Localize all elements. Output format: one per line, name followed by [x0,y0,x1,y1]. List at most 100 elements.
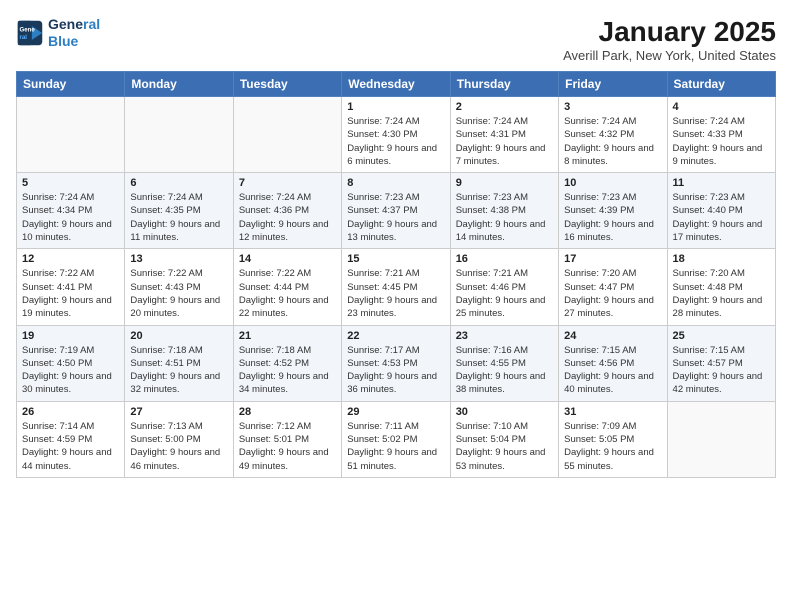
day-number: 5 [22,177,119,189]
weekday-header: Sunday [17,72,125,97]
calendar-day-cell: 14 Sunrise: 7:22 AM Sunset: 4:44 PM Dayli… [233,249,341,325]
day-number: 6 [130,177,227,189]
day-info: Sunrise: 7:24 AM Sunset: 4:33 PM Dayligh… [673,115,770,168]
calendar-week-row: 12 Sunrise: 7:22 AM Sunset: 4:41 PM Dayli… [17,249,776,325]
day-info: Sunrise: 7:24 AM Sunset: 4:31 PM Dayligh… [456,115,553,168]
calendar-day-cell: 7Sunrise: 7:24 AM Sunset: 4:36 PM Daylig… [233,173,341,249]
weekday-header: Monday [125,72,233,97]
day-number: 4 [673,101,770,113]
day-number: 13 [130,253,227,265]
day-info: Sunrise: 7:23 AM Sunset: 4:38 PM Dayligh… [456,191,553,244]
calendar-day-cell [125,97,233,173]
calendar-day-cell: 25 Sunrise: 7:15 AM Sunset: 4:57 PM Dayli… [667,325,775,401]
day-number: 23 [456,330,553,342]
day-info: Sunrise: 7:23 AM Sunset: 4:39 PM Dayligh… [564,191,661,244]
calendar-day-cell: 10 Sunrise: 7:23 AM Sunset: 4:39 PM Dayli… [559,173,667,249]
day-number: 7 [239,177,336,189]
calendar-header-row: SundayMondayTuesdayWednesdayThursdayFrid… [17,72,776,97]
day-info: Sunrise: 7:17 AM Sunset: 4:53 PM Dayligh… [347,344,444,397]
day-info: Sunrise: 7:24 AM Sunset: 4:32 PM Dayligh… [564,115,661,168]
svg-text:Gene: Gene [20,26,36,33]
day-info: Sunrise: 7:21 AM Sunset: 4:46 PM Dayligh… [456,267,553,320]
calendar-day-cell: 17Sunrise: 7:20 AM Sunset: 4:47 PM Dayli… [559,249,667,325]
day-info: Sunrise: 7:22 AM Sunset: 4:41 PM Dayligh… [22,267,119,320]
calendar-day-cell [17,97,125,173]
calendar-day-cell: 3Sunrise: 7:24 AM Sunset: 4:32 PM Daylig… [559,97,667,173]
day-number: 31 [564,406,661,418]
calendar-day-cell: 24 Sunrise: 7:15 AM Sunset: 4:56 PM Dayli… [559,325,667,401]
day-info: Sunrise: 7:19 AM Sunset: 4:50 PM Dayligh… [22,344,119,397]
calendar-day-cell: 6Sunrise: 7:24 AM Sunset: 4:35 PM Daylig… [125,173,233,249]
logo-text-line1: General [48,16,100,33]
day-number: 15 [347,253,444,265]
weekday-header: Friday [559,72,667,97]
day-info: Sunrise: 7:24 AM Sunset: 4:34 PM Dayligh… [22,191,119,244]
calendar-day-cell: 30Sunrise: 7:10 AM Sunset: 5:04 PM Dayli… [450,401,558,477]
day-info: Sunrise: 7:20 AM Sunset: 4:48 PM Dayligh… [673,267,770,320]
day-number: 24 [564,330,661,342]
weekday-header: Wednesday [342,72,450,97]
day-number: 10 [564,177,661,189]
day-info: Sunrise: 7:15 AM Sunset: 4:56 PM Dayligh… [564,344,661,397]
location: Averill Park, New York, United States [563,48,776,63]
calendar-day-cell [233,97,341,173]
title-block: January 2025 Averill Park, New York, Uni… [563,16,776,63]
weekday-header: Saturday [667,72,775,97]
day-info: Sunrise: 7:12 AM Sunset: 5:01 PM Dayligh… [239,420,336,473]
calendar-day-cell: 20Sunrise: 7:18 AM Sunset: 4:51 PM Dayli… [125,325,233,401]
calendar-day-cell: 22 Sunrise: 7:17 AM Sunset: 4:53 PM Dayli… [342,325,450,401]
calendar-day-cell: 5 Sunrise: 7:24 AM Sunset: 4:34 PM Daylig… [17,173,125,249]
calendar-day-cell: 23 Sunrise: 7:16 AM Sunset: 4:55 PM Dayli… [450,325,558,401]
day-number: 11 [673,177,770,189]
day-number: 18 [673,253,770,265]
calendar-day-cell [667,401,775,477]
day-number: 12 [22,253,119,265]
day-number: 28 [239,406,336,418]
day-info: Sunrise: 7:22 AM Sunset: 4:44 PM Dayligh… [239,267,336,320]
day-info: Sunrise: 7:22 AM Sunset: 4:43 PM Dayligh… [130,267,227,320]
calendar-day-cell: 27Sunrise: 7:13 AM Sunset: 5:00 PM Dayli… [125,401,233,477]
calendar-day-cell: 29 Sunrise: 7:11 AM Sunset: 5:02 PM Dayli… [342,401,450,477]
day-info: Sunrise: 7:24 AM Sunset: 4:30 PM Dayligh… [347,115,444,168]
calendar-day-cell: 11 Sunrise: 7:23 AM Sunset: 4:40 PM Dayli… [667,173,775,249]
calendar-day-cell: 15 Sunrise: 7:21 AM Sunset: 4:45 PM Dayli… [342,249,450,325]
calendar-day-cell: 21 Sunrise: 7:18 AM Sunset: 4:52 PM Dayli… [233,325,341,401]
day-number: 17 [564,253,661,265]
calendar-day-cell: 31 Sunrise: 7:09 AM Sunset: 5:05 PM Dayli… [559,401,667,477]
calendar-day-cell: 1 Sunrise: 7:24 AM Sunset: 4:30 PM Daylig… [342,97,450,173]
calendar-week-row: 19 Sunrise: 7:19 AM Sunset: 4:50 PM Dayli… [17,325,776,401]
calendar-day-cell: 12 Sunrise: 7:22 AM Sunset: 4:41 PM Dayli… [17,249,125,325]
day-info: Sunrise: 7:23 AM Sunset: 4:37 PM Dayligh… [347,191,444,244]
weekday-header: Tuesday [233,72,341,97]
day-number: 25 [673,330,770,342]
day-number: 1 [347,101,444,113]
calendar-week-row: 5 Sunrise: 7:24 AM Sunset: 4:34 PM Daylig… [17,173,776,249]
day-info: Sunrise: 7:23 AM Sunset: 4:40 PM Dayligh… [673,191,770,244]
day-number: 20 [130,330,227,342]
day-number: 26 [22,406,119,418]
calendar-day-cell: 18 Sunrise: 7:20 AM Sunset: 4:48 PM Dayli… [667,249,775,325]
page-header: Gene ral General Blue January 2025 Averi… [16,16,776,63]
day-info: Sunrise: 7:15 AM Sunset: 4:57 PM Dayligh… [673,344,770,397]
day-number: 30 [456,406,553,418]
calendar-day-cell: 4 Sunrise: 7:24 AM Sunset: 4:33 PM Daylig… [667,97,775,173]
logo-icon: Gene ral [16,19,44,47]
day-info: Sunrise: 7:21 AM Sunset: 4:45 PM Dayligh… [347,267,444,320]
day-number: 14 [239,253,336,265]
calendar-day-cell: 9Sunrise: 7:23 AM Sunset: 4:38 PM Daylig… [450,173,558,249]
day-number: 22 [347,330,444,342]
day-number: 19 [22,330,119,342]
day-info: Sunrise: 7:11 AM Sunset: 5:02 PM Dayligh… [347,420,444,473]
svg-text:ral: ral [20,34,28,41]
day-number: 2 [456,101,553,113]
day-number: 21 [239,330,336,342]
calendar-week-row: 26Sunrise: 7:14 AM Sunset: 4:59 PM Dayli… [17,401,776,477]
day-info: Sunrise: 7:09 AM Sunset: 5:05 PM Dayligh… [564,420,661,473]
logo-text-line2: Blue [48,33,100,50]
day-info: Sunrise: 7:16 AM Sunset: 4:55 PM Dayligh… [456,344,553,397]
calendar-day-cell: 28 Sunrise: 7:12 AM Sunset: 5:01 PM Dayli… [233,401,341,477]
month-title: January 2025 [563,16,776,48]
calendar-day-cell: 13 Sunrise: 7:22 AM Sunset: 4:43 PM Dayli… [125,249,233,325]
day-info: Sunrise: 7:18 AM Sunset: 4:52 PM Dayligh… [239,344,336,397]
day-number: 29 [347,406,444,418]
